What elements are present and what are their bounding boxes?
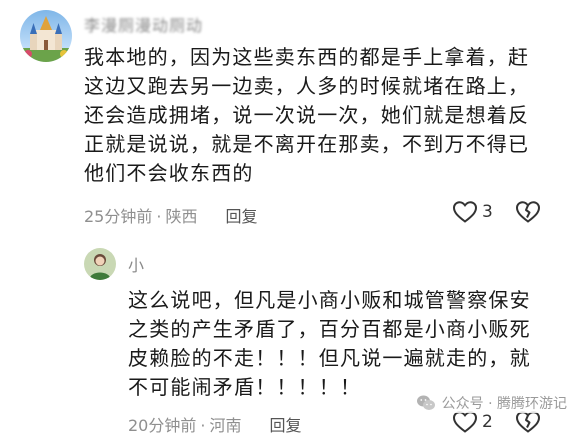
watermark: 公众号 · 腾腾环游记 — [415, 393, 567, 413]
comment-meta: 25分钟前 · 陕西 回复 — [84, 203, 258, 227]
like-count: 3 — [482, 202, 493, 222]
commenter-name[interactable]: 小 — [128, 252, 145, 276]
castle-avatar-icon — [20, 10, 72, 62]
comment-line: 他们不会收东西的 — [84, 161, 254, 185]
comment-line: 正就是说说，就是不离开在那卖，不到万不得已 — [84, 132, 530, 156]
comment-line: 我本地的，因为这些卖东西的都是手上拿着，赶 — [84, 45, 530, 69]
comment-actions: 3 — [452, 200, 541, 224]
dislike-button[interactable] — [515, 410, 541, 434]
meta-separator: · — [200, 416, 206, 435]
comment-location: 河南 — [209, 416, 242, 435]
comment-line: 还会造成拥堵，说一次说一次，她们就是想着反 — [84, 103, 530, 127]
like-button[interactable]: 2 — [452, 410, 515, 434]
dislike-button[interactable] — [515, 200, 541, 224]
like-count: 2 — [482, 412, 493, 432]
comment-line: 这么说吧，但凡是小商小贩和城管警察保安 — [128, 288, 531, 312]
reply-button[interactable]: 回复 — [225, 207, 257, 226]
broken-heart-icon — [515, 411, 540, 433]
comment-time: 25分钟前 — [84, 207, 153, 226]
broken-heart-icon — [515, 201, 540, 223]
comment-line: 这边又跑去另一边卖，人多的时候就堵在路上， — [84, 74, 530, 98]
person-avatar-icon — [84, 248, 116, 280]
comment-time: 20分钟前 — [128, 416, 197, 435]
commenter-name[interactable]: 李漫厕漫动厕动 — [84, 12, 203, 36]
comment-line: 皮赖脸的不走！！！但凡说一遍就走的，就 — [128, 346, 531, 370]
avatar[interactable] — [84, 248, 116, 280]
watermark-text: 公众号 · 腾腾环游记 — [441, 396, 567, 412]
comment-actions: 2 — [452, 410, 541, 434]
comment-1: 李漫厕漫动厕动 我本地的，因为这些卖东西的都是手上拿着，赶 这边又跑去另一边卖，… — [0, 0, 579, 240]
comment-meta: 20分钟前 · 河南 回复 — [128, 412, 302, 436]
avatar[interactable] — [20, 10, 72, 62]
heart-icon — [452, 411, 478, 433]
wechat-icon — [416, 395, 435, 410]
reply-button[interactable]: 回复 — [269, 416, 301, 435]
comment-line: 之类的产生矛盾了，百分百都是小商小贩死 — [128, 317, 531, 341]
comment-text: 我本地的，因为这些卖东西的都是手上拿着，赶 这边又跑去另一边卖，人多的时候就堵在… — [84, 43, 529, 188]
comment-text: 这么说吧，但凡是小商小贩和城管警察保安 之类的产生矛盾了，百分百都是小商小贩死 … — [128, 286, 531, 402]
meta-separator: · — [156, 207, 162, 226]
comment-location: 陕西 — [165, 207, 198, 226]
like-button[interactable]: 3 — [452, 200, 515, 224]
heart-icon — [452, 201, 478, 223]
